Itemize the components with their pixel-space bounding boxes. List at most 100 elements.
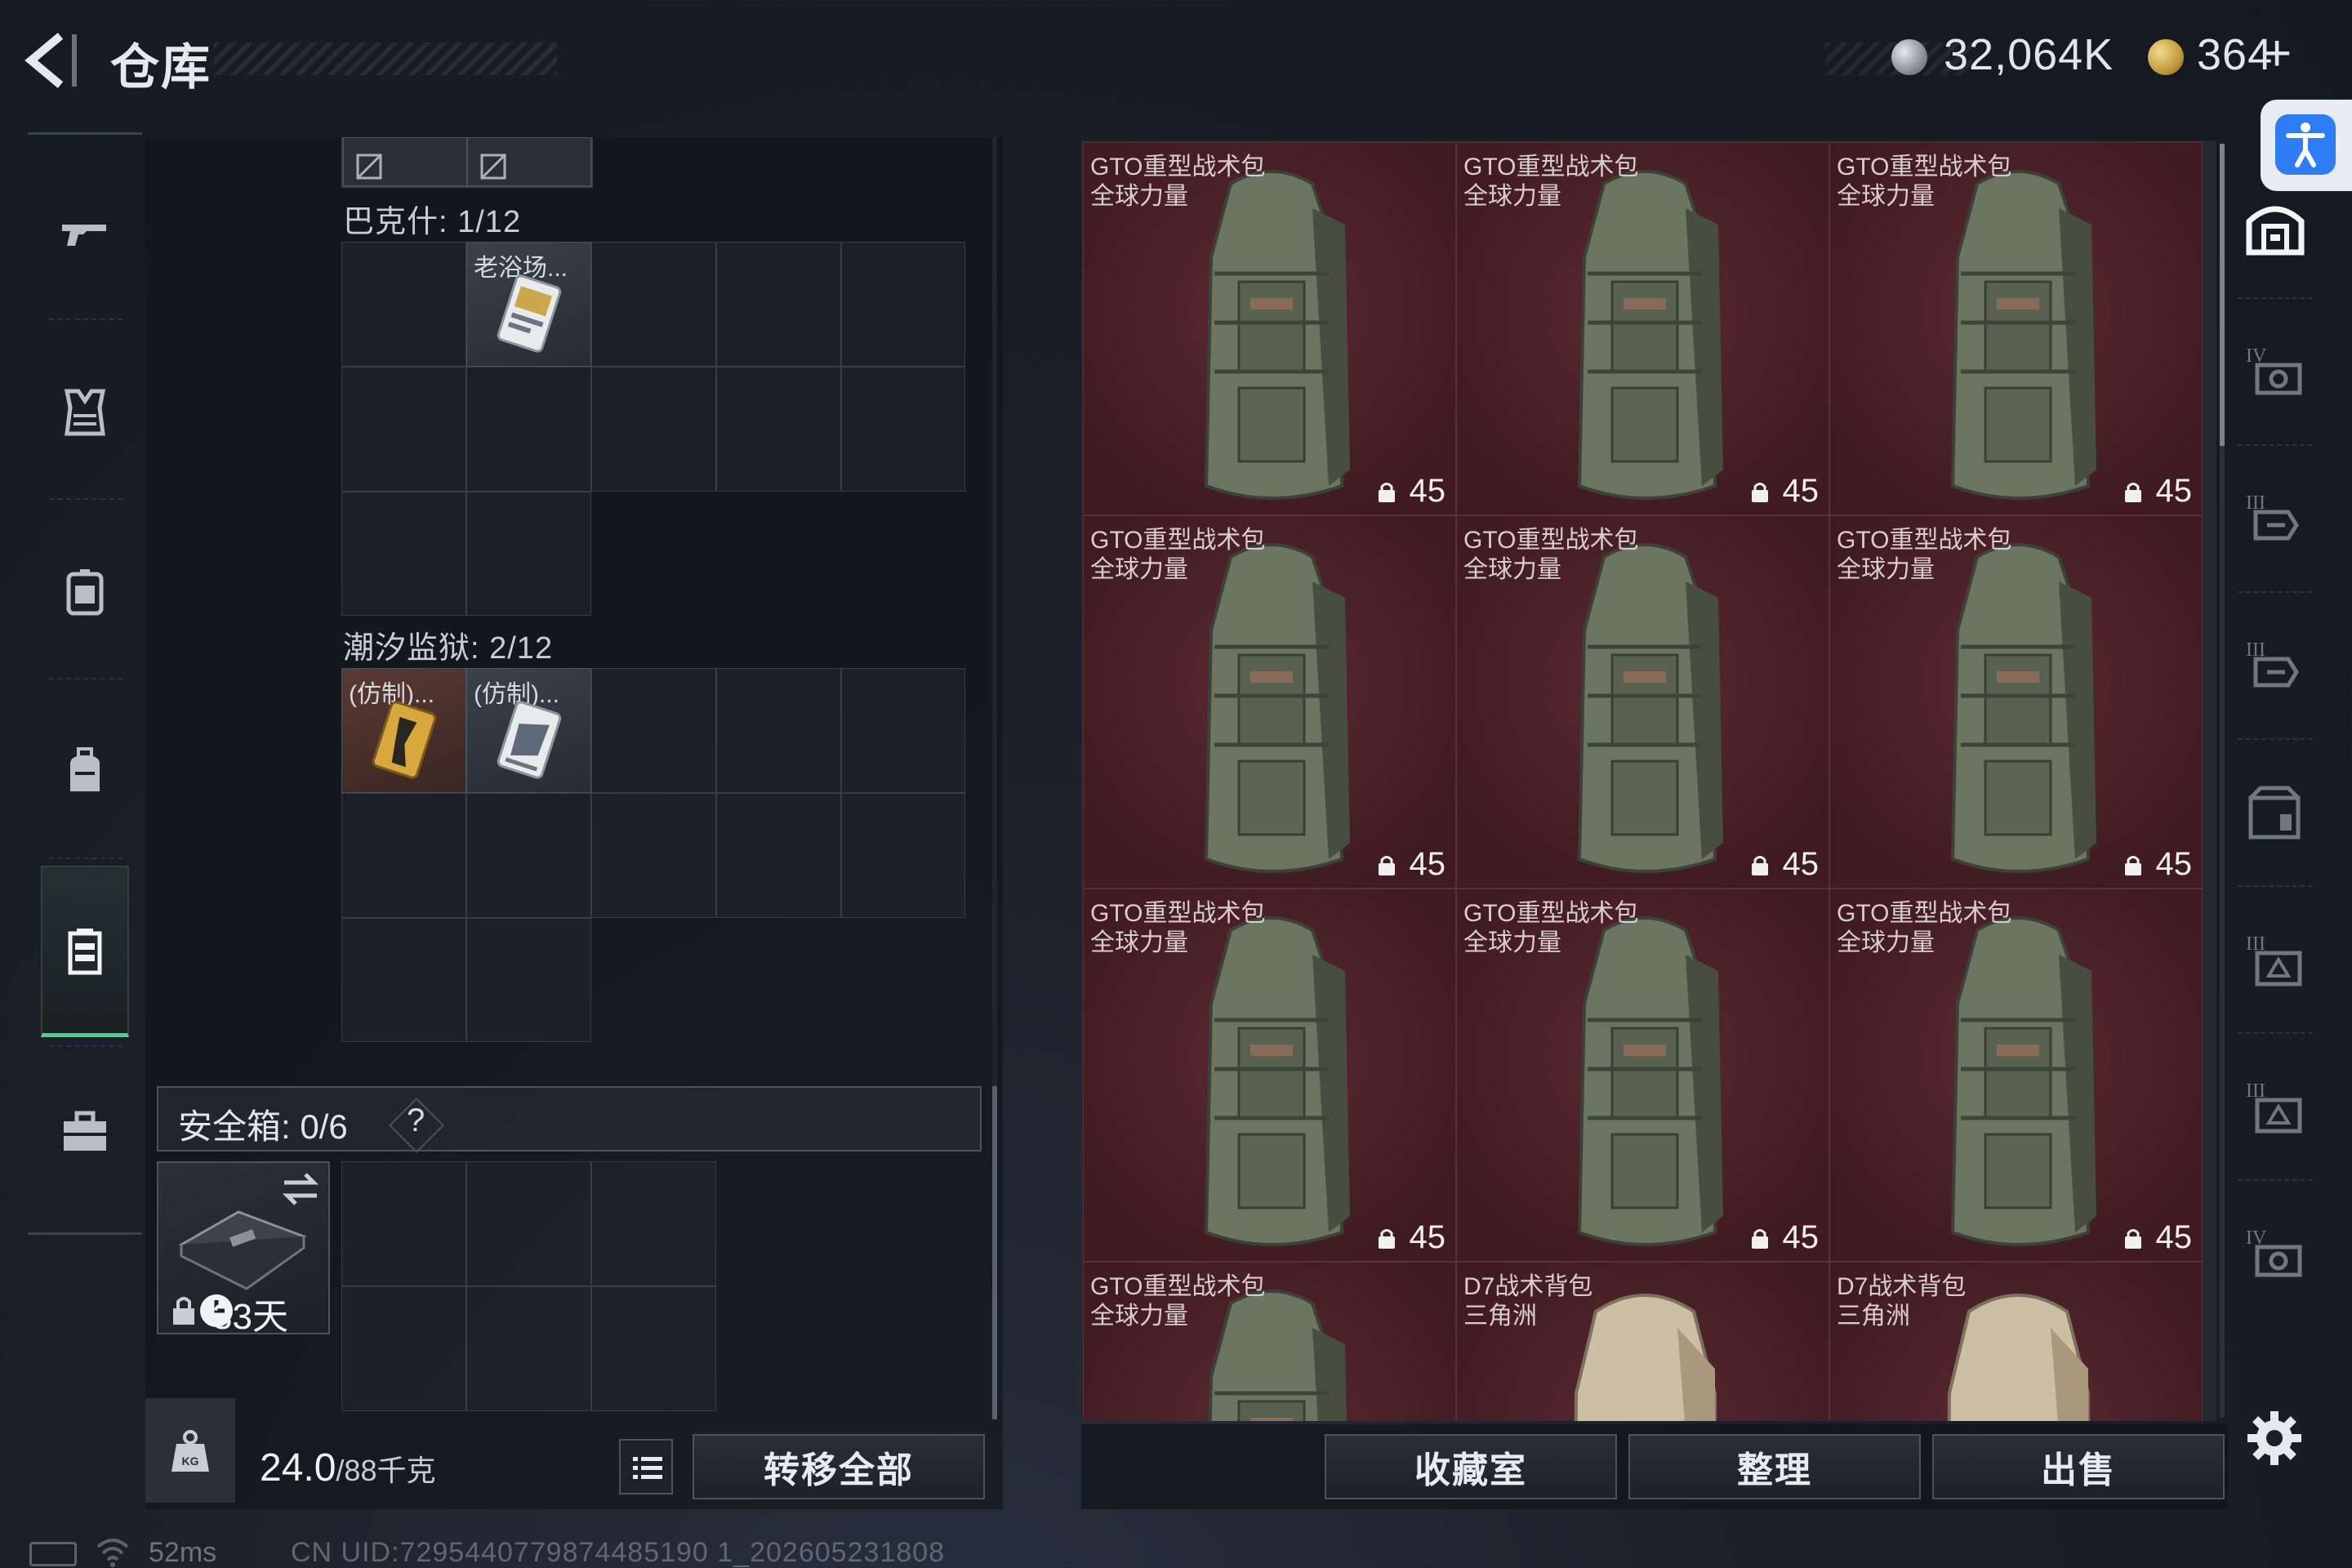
item-capacity: 45 (2155, 1219, 2193, 1255)
image-unavailable-icon (480, 154, 506, 180)
inventory-item[interactable]: GTO重型战术包 全球力量 45 (1829, 142, 2203, 515)
item-capacity: 45 (1409, 473, 1446, 509)
battery-icon (29, 1542, 77, 1566)
inventory-item[interactable]: GTO重型战术包 全球力量 (1083, 1262, 1456, 1421)
page-title: 仓库 (110, 40, 212, 95)
inventory-item[interactable]: GTO重型战术包 全球力量 45 (1083, 889, 1456, 1262)
image-unavailable-icon (356, 154, 382, 180)
capacity-lock-icon (1379, 1229, 1395, 1249)
tier-iii-rig-icon: III (2246, 492, 2299, 541)
svg-text:KG: KG (182, 1454, 199, 1468)
tactical-backpack-icon (1204, 916, 1350, 1246)
inventory-item[interactable]: GTO重型战术包 全球力量 45 (1456, 889, 1829, 1262)
capacity-lock-icon (1752, 483, 1768, 502)
swap-icon[interactable] (281, 1171, 320, 1207)
item-grid-panel: GTO重型战术包 全球力量 45 GTO重型战术包 全球力量 45 GTO重型战术包 全球力量… (1081, 140, 2216, 1421)
item-capacity: 45 (1409, 846, 1446, 882)
capacity-lock-icon (1379, 483, 1395, 502)
right-tab-2[interactable]: III (2234, 449, 2316, 588)
settings-gear-icon[interactable] (2246, 1410, 2303, 1467)
right-tab-6[interactable]: III (2234, 1037, 2316, 1176)
capacity-lock-icon (1379, 856, 1395, 875)
stash-item[interactable]: (仿制)... (341, 668, 466, 793)
nav-toolbox[interactable] (28, 1045, 142, 1217)
tactical-backpack-icon (1950, 916, 2096, 1246)
bakersfield-label: 巴克什: 1/12 (343, 205, 522, 239)
inventory-item[interactable]: D7战术背包 三角洲 (1456, 1262, 1829, 1421)
items-scrollbar-thumb[interactable] (2220, 144, 2225, 446)
stash-item[interactable]: (仿制)... (466, 668, 591, 793)
inventory-item[interactable]: D7战术背包 三角洲 (1829, 1262, 2203, 1421)
stash-item[interactable]: 老浴场... (466, 242, 591, 367)
item-source: 三角洲 (1463, 1303, 1537, 1330)
item-source: 全球力量 (1463, 929, 1561, 956)
tactical-backpack-icon (1950, 170, 2096, 500)
tier-iv-armor-icon: IV (2246, 345, 2302, 395)
toolbox-icon (64, 1111, 106, 1151)
tier-iii-bag-icon: III (2246, 1080, 2302, 1134)
right-tab-5[interactable]: III (2234, 890, 2316, 1029)
inventory-item[interactable]: GTO重型战术包 全球力量 45 (1083, 515, 1456, 889)
container-icon (68, 929, 102, 975)
inventory-item[interactable]: GTO重型战术包 全球力量 45 (1456, 515, 1829, 889)
right-tab-3[interactable]: III (2234, 596, 2316, 735)
nav-weapon[interactable] (28, 147, 142, 318)
inventory-item[interactable]: GTO重型战术包 全球力量 45 (1083, 142, 1456, 515)
item-source: 全球力量 (1090, 929, 1188, 956)
list-view-button[interactable] (619, 1439, 673, 1494)
right-tab-7[interactable]: IV (2234, 1184, 2316, 1323)
capacity-lock-icon (2125, 1229, 2141, 1249)
nav-chest-rig[interactable] (28, 506, 142, 678)
sell-button[interactable]: 出售 (1932, 1434, 2225, 1499)
add-currency-button[interactable]: + (2262, 24, 2292, 82)
right-tab-0[interactable] (2234, 155, 2316, 294)
back-arrow-icon[interactable] (23, 31, 88, 90)
list-icon (633, 1457, 662, 1479)
tactical-backpack-icon (1204, 543, 1350, 873)
lock-icon (173, 1297, 194, 1325)
right-tab-4[interactable] (2234, 743, 2316, 882)
nav-container[interactable] (28, 866, 142, 1037)
item-source: 全球力量 (1463, 183, 1561, 210)
inventory-item[interactable]: GTO重型战术包 全球力量 45 (1456, 142, 1829, 515)
safebox-days: 33天 (212, 1297, 288, 1337)
warehouse-icon (2246, 206, 2305, 256)
ping-readout: 52ms (149, 1537, 217, 1568)
help-icon: ? (407, 1102, 425, 1138)
nav-backpack[interactable] (28, 686, 142, 858)
armor-icon (64, 389, 106, 436)
tide-prison-label: 潮汐监狱: 2/12 (343, 631, 554, 666)
item-capacity: 45 (1782, 846, 1820, 882)
item-capacity: 45 (1782, 473, 1820, 509)
item-source: 全球力量 (1837, 556, 1935, 583)
stash-slot[interactable] (467, 137, 591, 186)
weight-icon: KG (172, 1430, 209, 1472)
item-source: 三角洲 (1837, 1303, 1910, 1330)
right-tab-1[interactable]: IV (2234, 302, 2316, 441)
tactical-backpack-icon (1204, 170, 1350, 500)
nav-armor[interactable] (28, 327, 142, 498)
capacity-lock-icon (1752, 856, 1768, 875)
capacity-lock-icon (2125, 483, 2141, 502)
user-uid: CN UID:7295440779874485190 1_20260523180… (291, 1537, 946, 1568)
stash-slot[interactable] (343, 137, 467, 186)
safebox-grid (341, 1161, 716, 1411)
backpack-icon (70, 747, 100, 791)
weight-capacity: /88千克 (336, 1454, 436, 1487)
safebox-case-icon (178, 1210, 307, 1290)
collection-room-button[interactable]: 收藏室 (1325, 1434, 1617, 1499)
inventory-item[interactable]: GTO重型战术包 全球力量 45 (1829, 515, 2203, 889)
capacity-lock-icon (1752, 1229, 1768, 1249)
tactical-backpack-icon (1577, 543, 1723, 873)
wifi-icon (96, 1539, 129, 1567)
item-capacity: 45 (1782, 1219, 1820, 1255)
inventory-item[interactable]: GTO重型战术包 全球力量 45 (1829, 889, 2203, 1262)
storage-icon (2248, 786, 2301, 840)
organize-button[interactable]: 整理 (1628, 1434, 1921, 1499)
gold-coin-icon (2148, 39, 2184, 75)
stash-scrollbar-thumb[interactable] (992, 1086, 997, 1419)
weight-box: KG (145, 1398, 235, 1503)
transfer-all-button[interactable]: 转移全部 (693, 1434, 985, 1499)
item-capacity: 45 (2155, 473, 2193, 509)
item-source: 全球力量 (1090, 183, 1188, 210)
